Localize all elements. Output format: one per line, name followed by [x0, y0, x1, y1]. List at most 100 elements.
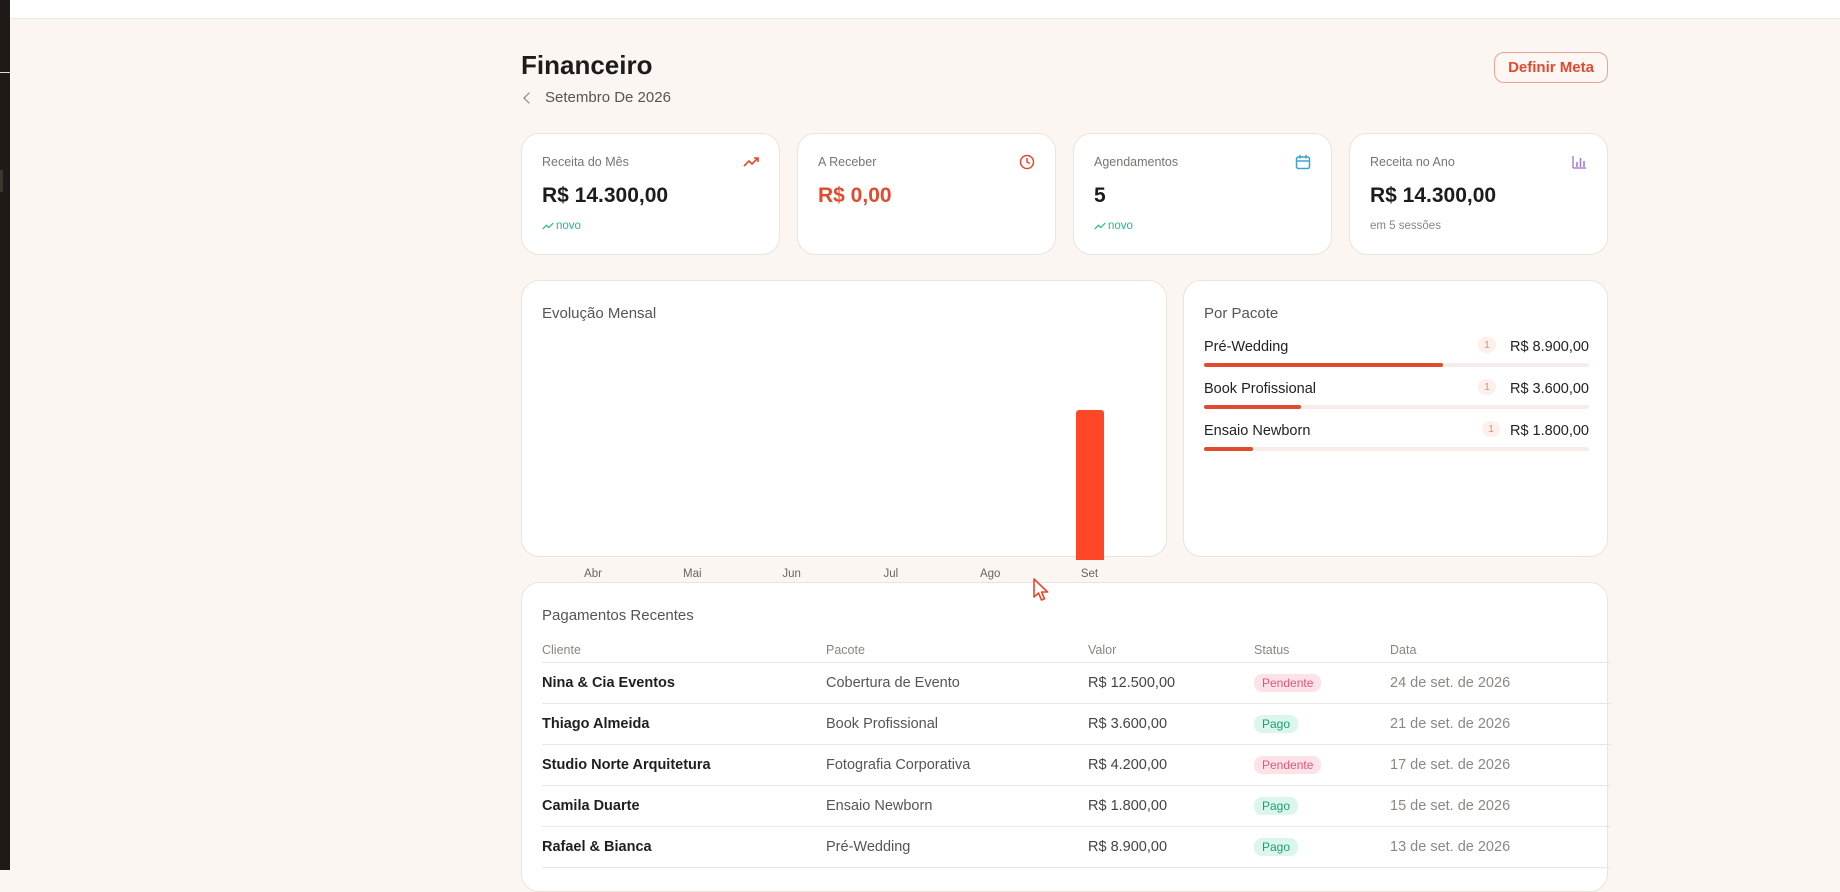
stat-trend: novo	[542, 220, 581, 232]
stat-label: A Receber	[818, 155, 877, 169]
cell-value: R$ 1.800,00	[1088, 785, 1254, 827]
payments-table: Cliente Pacote Valor Status Data Nina & …	[542, 637, 1611, 868]
column-header-status: Status	[1254, 637, 1390, 663]
stat-trend-text: novo	[1108, 220, 1133, 232]
edge-handle	[0, 170, 3, 192]
cell-package: Ensaio Newborn	[826, 785, 1088, 827]
package-progress-fill	[1204, 363, 1444, 367]
cell-value: R$ 3.600,00	[1088, 703, 1254, 745]
cell-value: R$ 12.500,00	[1088, 662, 1254, 704]
x-tick-label: Jul	[883, 568, 899, 580]
cell-status: Pago	[1254, 785, 1390, 827]
set-goal-button[interactable]: Definir Meta	[1494, 52, 1608, 83]
stat-value: R$ 0,00	[818, 184, 892, 207]
cell-client: Nina & Cia Eventos	[542, 662, 826, 704]
cell-status: Pendente	[1254, 744, 1390, 786]
cell-client: Studio Norte Arquitetura	[542, 744, 826, 786]
cell-date: 21 de set. de 2026	[1390, 703, 1611, 745]
section-title: Pagamentos Recentes	[542, 607, 694, 624]
bar-chart-icon	[1572, 156, 1586, 169]
stat-caption: em 5 sessões	[1370, 220, 1441, 232]
package-count-badge: 1	[1478, 337, 1496, 353]
table-row[interactable]: Thiago Almeida Book Profissional R$ 3.600,…	[542, 703, 1611, 745]
package-row: Pré-Wedding 1 R$ 8.900,00	[1204, 337, 1589, 373]
recent-payments-card: Pagamentos Recentes Cliente Pacote Valor…	[521, 582, 1611, 892]
clock-icon	[1019, 154, 1035, 170]
x-tick-label: Ago	[979, 568, 1001, 580]
cell-date: 13 de set. de 2026	[1390, 826, 1611, 868]
cell-client: Rafael & Bianca	[542, 826, 826, 868]
monthly-bar-chart: Abr Mai Jun Jul Ago Set	[542, 339, 1188, 580]
cell-client: Camila Duarte	[542, 785, 826, 827]
column-header-value: Valor	[1088, 637, 1254, 663]
stat-value: 5	[1094, 184, 1106, 207]
package-value: R$ 3.600,00	[1509, 381, 1589, 397]
x-tick-label: Set	[1080, 568, 1099, 580]
trending-up-icon	[743, 157, 759, 167]
column-header-package: Pacote	[826, 637, 1088, 663]
calendar-icon	[1295, 155, 1311, 170]
cell-status: Pago	[1254, 826, 1390, 868]
cell-date: 17 de set. de 2026	[1390, 744, 1611, 786]
stat-card-monthly-revenue: Receita do Mês R$ 14.300,00 novo	[521, 133, 780, 255]
trending-up-icon	[1094, 222, 1106, 230]
cell-package: Cobertura de Evento	[826, 662, 1088, 704]
cell-package: Pré-Wedding	[826, 826, 1088, 868]
chevron-left-icon[interactable]	[523, 91, 535, 104]
package-progress-track	[1204, 363, 1589, 367]
status-badge: Pago	[1254, 797, 1299, 815]
section-title: Evolução Mensal	[542, 305, 657, 322]
cell-date: 24 de set. de 2026	[1390, 662, 1611, 704]
package-row: Ensaio Newborn 1 R$ 1.800,00	[1204, 421, 1589, 457]
stat-trend: novo	[1094, 220, 1133, 232]
status-badge: Pago	[1254, 838, 1299, 856]
table-row[interactable]: Camila Duarte Ensaio Newborn R$ 1.800,00 Pa…	[542, 785, 1611, 827]
package-progress-fill	[1204, 447, 1253, 451]
status-badge: Pendente	[1254, 674, 1322, 692]
stat-value: R$ 14.300,00	[1370, 184, 1497, 207]
monthly-evolution-card: Evolução Mensal Abr Mai Jun Jul Ago Set	[521, 280, 1167, 580]
month-selector: Setembro De 2026	[521, 89, 671, 106]
package-count-badge: 1	[1478, 379, 1496, 395]
cell-package: Book Profissional	[826, 703, 1088, 745]
left-window-edge	[0, 0, 10, 870]
x-tick-label: Abr	[584, 568, 602, 580]
stat-value: R$ 14.300,00	[542, 184, 669, 207]
package-name: Ensaio Newborn	[1204, 423, 1311, 439]
cell-status: Pendente	[1254, 662, 1390, 704]
table-header-row: Cliente Pacote Valor Status Data	[542, 637, 1611, 663]
table-row[interactable]: Nina & Cia Eventos Cobertura de Evento R$ …	[542, 662, 1611, 704]
stat-label: Agendamentos	[1094, 155, 1179, 169]
stat-label: Receita do Mês	[542, 155, 629, 169]
package-count-badge: 1	[1482, 421, 1500, 437]
x-tick-label: Mai	[683, 568, 702, 580]
table-row[interactable]: Rafael & Bianca Pré-Wedding R$ 8.900,00 Pag…	[542, 826, 1611, 868]
cell-status: Pago	[1254, 703, 1390, 745]
cell-client: Thiago Almeida	[542, 703, 826, 745]
cell-value: R$ 8.900,00	[1088, 826, 1254, 868]
package-name: Book Profissional	[1204, 381, 1317, 397]
table-row[interactable]: Studio Norte Arquitetura Fotografia Corpo…	[542, 744, 1611, 786]
section-title: Por Pacote	[1204, 305, 1279, 322]
stat-card-appointments: Agendamentos 5 novo	[1073, 133, 1332, 255]
package-row: Book Profissional 1 R$ 3.600,00	[1204, 379, 1589, 415]
column-header-date: Data	[1390, 637, 1611, 663]
stat-trend-text: novo	[556, 220, 581, 232]
package-progress-fill	[1204, 405, 1302, 409]
package-progress-track	[1204, 447, 1589, 451]
top-bar	[10, 0, 1840, 19]
cell-value: R$ 4.200,00	[1088, 744, 1254, 786]
status-badge: Pendente	[1254, 756, 1322, 774]
x-tick-label: Jun	[782, 568, 801, 580]
packages-card: Por Pacote Pré-Wedding 1 R$ 8.900,00 Book P…	[1183, 280, 1608, 557]
column-header-client: Cliente	[542, 637, 826, 663]
stat-label: Receita no Ano	[1370, 155, 1455, 169]
status-badge: Pago	[1254, 715, 1299, 733]
edge-divider	[0, 72, 10, 73]
stat-card-receivable: A Receber R$ 0,00	[797, 133, 1056, 255]
mouse-cursor-icon	[1033, 578, 1049, 601]
package-value: R$ 1.800,00	[1509, 423, 1589, 439]
package-name: Pré-Wedding	[1204, 339, 1289, 355]
chart-bar	[1075, 410, 1104, 560]
stat-card-yearly-revenue: Receita no Ano R$ 14.300,00 em 5 sessões	[1349, 133, 1608, 255]
